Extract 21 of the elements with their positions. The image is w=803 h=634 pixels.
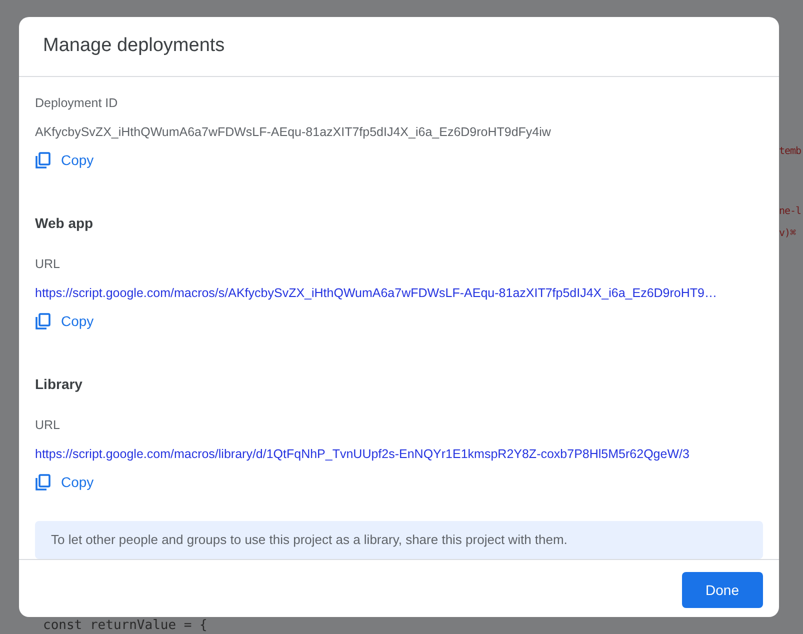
code-line: const returnValue = { [43, 619, 208, 632]
code-fragment: ne-l [779, 207, 802, 217]
copy-icon [35, 313, 51, 330]
code-fragment: v)⌘ [779, 229, 796, 239]
field-label: Deployment ID [35, 95, 119, 112]
copy-button[interactable]: Copy [35, 472, 94, 493]
url-link[interactable]: https://script.google.com/macros/s/AKfycbySvZX_iHthQWumA6a7wFDWsLF-AEqu-81azXIT7fp5dIJ4X_i6a_Ez6D9roHT9… [35, 283, 763, 303]
copy-button[interactable]: Copy [35, 311, 94, 332]
deployment-id: AKfycbySvZX_iHthQWumA6a7wFDWsLF-AEqu-81azXIT7fp5dIJ4X_i6a_Ez6D9roHT9dFy4iw [35, 124, 552, 141]
section-heading: Library [35, 375, 84, 394]
done-button[interactable]: Done [682, 572, 763, 608]
url-link[interactable]: https://script.google.com/macros/library/d/1QtFqNhP_TvnUUpf2s-EnNQYr1E1kmspR2Y8Z-coxb7P8Hl5M5r62QgeW/3 [35, 444, 763, 464]
field-label: URL [35, 256, 62, 273]
copy-icon [35, 474, 51, 491]
section-heading: Web app [35, 214, 94, 233]
field-label: URL [35, 417, 62, 434]
code-fragment: temb [779, 147, 802, 157]
dialog-title: Manage deployments [43, 34, 225, 58]
info-note: To let other people and groups to use this project as a library, share this project with them. [35, 521, 763, 559]
copy-button[interactable]: Copy [35, 150, 94, 171]
copy-icon [35, 152, 51, 169]
